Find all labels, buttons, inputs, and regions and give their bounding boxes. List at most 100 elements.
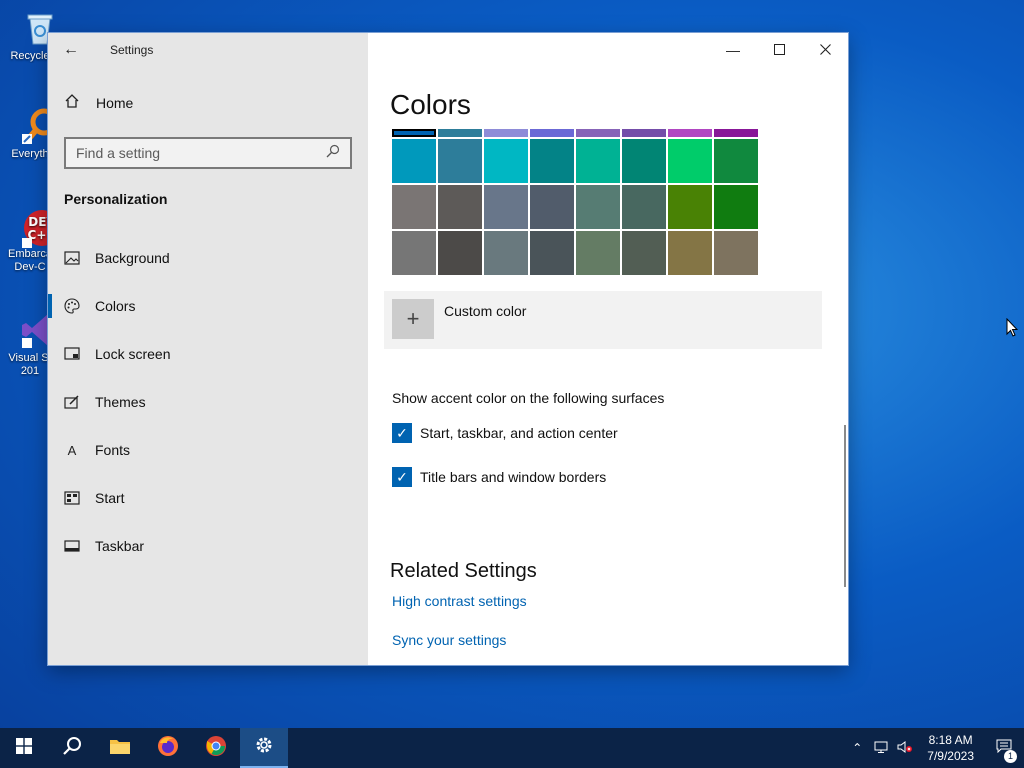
color-swatch-row <box>392 185 760 229</box>
color-swatch[interactable] <box>530 231 574 275</box>
color-swatch[interactable] <box>668 185 712 229</box>
sidebar-item-label: Start <box>95 490 125 506</box>
color-swatch[interactable] <box>484 231 528 275</box>
color-swatch[interactable] <box>576 185 620 229</box>
window-controls: — <box>710 33 848 66</box>
sidebar-item-home[interactable]: Home <box>64 93 133 112</box>
sidebar-item-label: Background <box>95 250 170 266</box>
start-button[interactable] <box>0 728 48 768</box>
checkbox-row-title-bars[interactable]: ✓ Title bars and window borders <box>392 467 606 487</box>
mouse-cursor-icon <box>1006 317 1019 342</box>
back-button[interactable]: ← <box>48 33 94 66</box>
color-swatch[interactable] <box>392 139 436 183</box>
color-swatch[interactable] <box>530 139 574 183</box>
color-swatch[interactable] <box>392 129 436 137</box>
color-swatch[interactable] <box>714 139 758 183</box>
close-icon <box>819 42 831 58</box>
color-swatch[interactable] <box>392 185 436 229</box>
picture-icon <box>64 250 80 266</box>
page-title: Colors <box>390 89 471 120</box>
color-swatch[interactable] <box>668 231 712 275</box>
sidebar-item-label: Home <box>96 94 134 111</box>
color-swatch[interactable] <box>530 129 574 137</box>
checkbox-label: Start, taskbar, and action center <box>420 425 618 441</box>
close-button[interactable] <box>802 33 848 66</box>
firefox-button[interactable] <box>144 728 192 768</box>
sidebar-item-label: Colors <box>95 298 136 314</box>
sidebar-item-label: Fonts <box>95 442 131 458</box>
system-tray: ⌃ 8:18 AM 7/9/2023 1 <box>845 728 1024 768</box>
maximize-button[interactable] <box>756 33 802 66</box>
network-icon[interactable] <box>869 741 893 756</box>
lock-screen-icon <box>64 346 80 362</box>
custom-color-label: Custom color <box>444 303 527 319</box>
checkmark-icon: ✓ <box>396 468 408 485</box>
color-swatch[interactable] <box>622 231 666 275</box>
color-swatch[interactable] <box>484 185 528 229</box>
minimize-button[interactable]: — <box>710 33 756 66</box>
color-swatch[interactable] <box>484 139 528 183</box>
gear-icon <box>254 735 274 760</box>
surfaces-label: Show accent color on the following surfa… <box>392 390 665 406</box>
color-swatch[interactable] <box>714 231 758 275</box>
search-button[interactable] <box>48 728 96 768</box>
sidebar-item-background[interactable]: Background <box>48 234 368 282</box>
taskbar: ⌃ 8:18 AM 7/9/2023 1 <box>0 728 1024 768</box>
color-swatch[interactable] <box>438 185 482 229</box>
themes-icon <box>64 394 80 410</box>
color-swatch[interactable] <box>576 231 620 275</box>
chrome-button[interactable] <box>192 728 240 768</box>
color-swatch[interactable] <box>576 129 620 137</box>
sidebar-item-themes[interactable]: Themes <box>48 378 368 426</box>
color-swatch[interactable] <box>438 139 482 183</box>
color-swatch[interactable] <box>576 139 620 183</box>
windows-logo-icon <box>16 737 32 759</box>
clock-date: 7/9/2023 <box>927 749 974 763</box>
sidebar-item-colors[interactable]: Colors <box>48 282 368 330</box>
color-swatch[interactable] <box>622 129 666 137</box>
color-swatch[interactable] <box>714 129 758 137</box>
search-input[interactable]: Find a setting <box>64 137 352 169</box>
color-swatch[interactable] <box>438 129 482 137</box>
color-swatch[interactable] <box>530 185 574 229</box>
color-swatch[interactable] <box>622 185 666 229</box>
color-swatch[interactable] <box>622 139 666 183</box>
checkbox-title-bars[interactable]: ✓ <box>392 467 412 487</box>
checkbox-row-start[interactable]: ✓ Start, taskbar, and action center <box>392 423 618 443</box>
action-center-button[interactable]: 1 <box>984 739 1024 763</box>
plus-icon: + <box>392 299 434 339</box>
related-settings-title: Related Settings <box>390 560 537 582</box>
chrome-icon <box>205 735 227 762</box>
search-icon <box>326 144 340 163</box>
taskbar-icon <box>64 538 80 554</box>
color-swatch[interactable] <box>438 231 482 275</box>
sidebar-item-lock-screen[interactable]: Lock screen <box>48 330 368 378</box>
sidebar-item-fonts[interactable]: A Fonts <box>48 426 368 474</box>
volume-muted-icon[interactable] <box>893 740 917 756</box>
scrollbar[interactable] <box>844 425 846 587</box>
color-swatch-row <box>392 231 760 275</box>
high-contrast-link[interactable]: High contrast settings <box>392 593 527 609</box>
fonts-icon: A <box>67 442 77 458</box>
sidebar-item-start[interactable]: Start <box>48 474 368 522</box>
color-swatch[interactable] <box>392 231 436 275</box>
color-swatch[interactable] <box>668 129 712 137</box>
color-swatch-grid <box>392 129 760 277</box>
file-explorer-button[interactable] <box>96 728 144 768</box>
color-swatch[interactable] <box>714 185 758 229</box>
firefox-icon <box>157 735 179 762</box>
sync-settings-link[interactable]: Sync your settings <box>392 632 506 648</box>
color-swatch[interactable] <box>484 129 528 137</box>
custom-color-button[interactable]: + Custom color <box>384 291 822 349</box>
clock[interactable]: 8:18 AM 7/9/2023 <box>917 732 984 764</box>
chevron-up-icon[interactable]: ⌃ <box>845 741 869 755</box>
color-swatch-row <box>392 139 760 183</box>
maximize-icon <box>773 42 785 58</box>
sidebar-item-taskbar[interactable]: Taskbar <box>48 522 368 570</box>
search-placeholder: Find a setting <box>76 145 161 161</box>
sidebar-item-label: Themes <box>95 394 146 410</box>
window-title: Settings <box>110 42 154 57</box>
color-swatch[interactable] <box>668 139 712 183</box>
settings-taskbar-button[interactable] <box>240 728 288 768</box>
checkbox-start-taskbar[interactable]: ✓ <box>392 423 412 443</box>
